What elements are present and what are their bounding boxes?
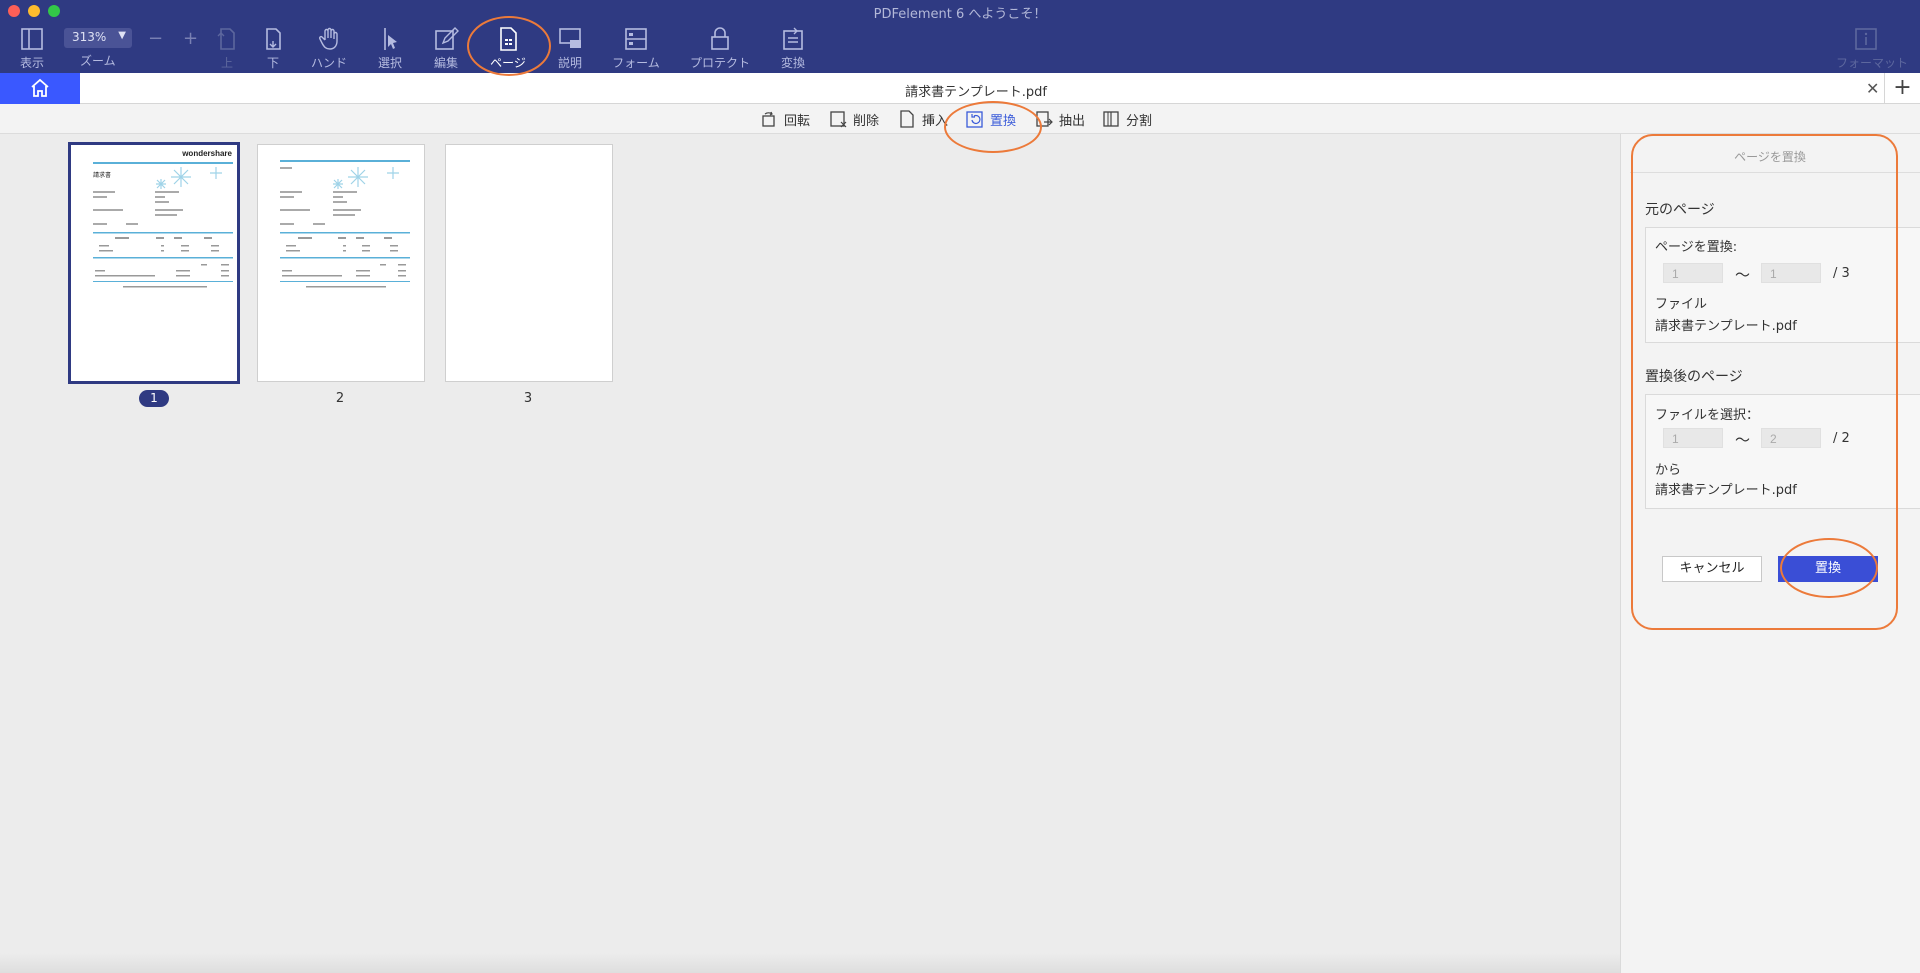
- document-tab-title[interactable]: 請求書テンプレート.pdf: [0, 81, 1920, 100]
- rotate-button[interactable]: 回転: [760, 109, 810, 129]
- convert-icon: [783, 27, 803, 50]
- insert-button[interactable]: 挿入: [898, 109, 948, 129]
- edit-icon: [435, 27, 459, 50]
- delete-page-icon: [830, 111, 847, 128]
- info-icon: [1855, 28, 1877, 50]
- page-up-icon: [217, 28, 235, 50]
- convert-tool[interactable]: 変換: [763, 26, 823, 70]
- hand-label: ハンド: [310, 56, 347, 70]
- page-number-1: 1: [139, 390, 169, 407]
- split-icon: [1103, 111, 1119, 127]
- highlight-page-tool: [467, 16, 551, 76]
- window-title: PDFelement 6 へようこそ！: [873, 7, 1047, 22]
- workspace-bottom-edge: [0, 953, 1620, 973]
- rotate-label: 回転: [784, 113, 811, 129]
- view-tool[interactable]: 表示: [2, 26, 62, 70]
- zoom-out-button[interactable]: −: [148, 28, 163, 49]
- zoom-value: 313%: [72, 30, 107, 44]
- page-thumbnail-3[interactable]: [445, 144, 613, 382]
- page-down-icon: [266, 28, 281, 50]
- page-thumbnail-2[interactable]: [257, 144, 425, 382]
- lock-icon: [711, 27, 729, 50]
- invoice-page-preview: wondershare 請求書: [93, 149, 233, 288]
- delete-button[interactable]: 削除: [829, 109, 879, 129]
- extract-button[interactable]: 抽出: [1035, 109, 1085, 129]
- split-button[interactable]: 分割: [1102, 109, 1152, 129]
- convert-label: 変換: [780, 56, 805, 70]
- comment-label: 説明: [557, 56, 582, 70]
- brand-text: wondershare: [181, 149, 232, 158]
- view-icon: [21, 28, 43, 50]
- format-label: フォーマット: [1836, 56, 1909, 70]
- format-tool[interactable]: フォーマット: [1836, 26, 1909, 70]
- form-icon: [625, 28, 647, 50]
- invoice-heading: 請求書: [93, 171, 111, 179]
- delete-label: 削除: [853, 113, 880, 129]
- invoice-page-preview: [280, 160, 410, 288]
- page-number-2: 2: [335, 391, 345, 406]
- down-tool[interactable]: 下: [243, 26, 303, 70]
- select-label: 選択: [377, 56, 402, 70]
- select-tool[interactable]: 選択: [360, 26, 420, 70]
- main-toolbar: PDFelement 6 へようこそ！ 表示 313% ▼ ズーム − + 上 …: [0, 0, 1920, 73]
- split-label: 分割: [1126, 113, 1153, 129]
- cursor-icon: [384, 28, 397, 50]
- form-tool[interactable]: フォーム: [606, 26, 666, 70]
- highlight-replace-tool: [944, 101, 1042, 153]
- zoom-in-button[interactable]: +: [183, 28, 198, 49]
- comment-icon: [559, 28, 581, 48]
- extract-label: 抽出: [1059, 113, 1086, 129]
- view-label: 表示: [19, 56, 44, 70]
- rotate-icon: [762, 111, 775, 127]
- hand-icon: [319, 27, 338, 50]
- insert-page-icon: [900, 110, 914, 128]
- page-number-3: 3: [523, 391, 533, 406]
- edit-label: 編集: [433, 56, 458, 70]
- close-tab-button[interactable]: ✕: [1866, 79, 1879, 98]
- protect-label: プロテクト: [690, 56, 751, 70]
- zoom-label: ズーム: [80, 54, 116, 68]
- form-label: フォーム: [612, 56, 660, 70]
- hand-tool[interactable]: ハンド: [299, 26, 359, 70]
- down-label: 下: [266, 56, 279, 70]
- chevron-down-icon: ▼: [118, 30, 126, 41]
- tab-bar: 請求書テンプレート.pdf ✕ +: [0, 73, 1920, 104]
- add-tab-button[interactable]: +: [1884, 73, 1920, 104]
- zoom-select[interactable]: 313% ▼: [64, 28, 132, 48]
- page-thumbnail-1[interactable]: wondershare 請求書: [68, 142, 240, 384]
- protect-tool[interactable]: プロテクト: [690, 26, 750, 70]
- highlight-replace-button: [1780, 538, 1878, 598]
